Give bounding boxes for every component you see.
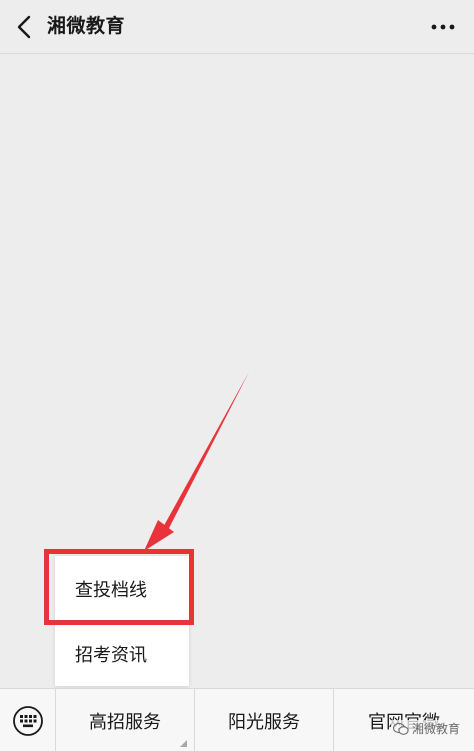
page-title: 湘微教育 [47,15,126,37]
menu-tab-admission-services[interactable]: 高招服务 [56,689,195,751]
top-navigation-bar: 湘微教育 [0,0,474,54]
annotation-highlight-box [44,549,194,625]
switch-to-keyboard-button[interactable] [0,689,56,751]
more-options-button[interactable] [428,14,458,40]
chevron-left-icon [17,15,31,39]
more-horizontal-icon [431,24,455,30]
watermark: 湘微教育 [390,720,462,737]
menu-tab-sunshine-services[interactable]: 阳光服务 [195,689,334,751]
keyboard-icon [12,705,43,736]
watermark-text: 湘微教育 [411,722,460,736]
wechat-icon [392,722,409,736]
menu-tab-label: 高招服务 [89,711,161,733]
wechat-official-account-screen: 湘微教育 查投档线 招考资讯 高招服务 阳光服务 湘微教育 [0,0,474,751]
menu-tab-label: 阳光服务 [228,711,300,733]
back-button[interactable] [10,12,38,42]
submenu-item-exam-news[interactable]: 招考资讯 [55,621,189,686]
submenu-indicator-icon [180,740,187,747]
